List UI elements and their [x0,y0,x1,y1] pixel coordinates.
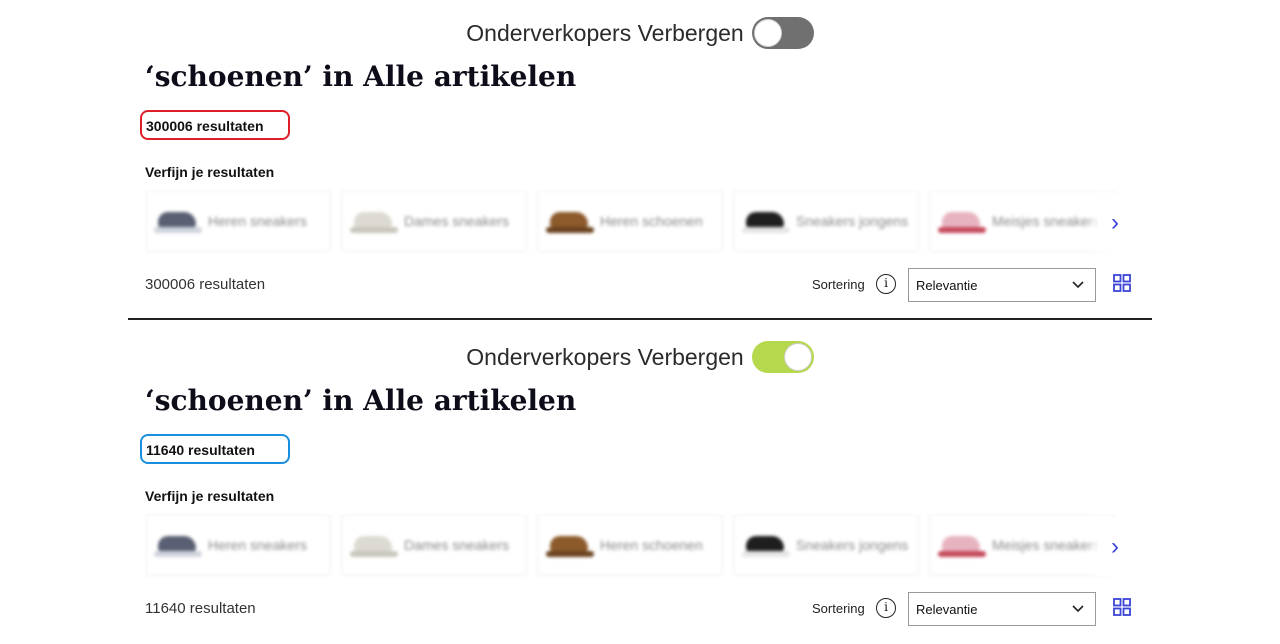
category-label: Dames sneakers [404,537,510,553]
sort-select[interactable]: Relevantie [908,592,1096,626]
info-icon[interactable]: i [876,274,896,294]
sort-select[interactable]: Relevantie [908,268,1096,302]
boot-thumbnail-icon [546,209,594,233]
category-label: Dames sneakers [404,213,510,229]
category-card-dames-sneakers[interactable]: Dames sneakers [341,514,527,576]
sneaker-thumbnail-icon [742,533,790,557]
category-card-meisjes-sneakers[interactable]: Meisjes sneakers [929,190,1115,252]
category-label: Sneakers jongens [796,213,909,229]
sneaker-thumbnail-icon [154,533,202,557]
sort-select-value: Relevantie [916,278,978,293]
grid-view-icon[interactable] [1113,274,1131,292]
category-carousel: Heren sneakers Dames sneakers Heren scho… [145,514,1133,580]
sort-label: Sortering [812,601,865,616]
info-icon[interactable]: i [876,598,896,618]
chevron-down-icon [1072,605,1084,613]
toggle-knob [753,19,782,47]
category-label: Meisjes sneakers [992,213,1101,229]
category-card-meisjes-sneakers[interactable]: Meisjes sneakers [929,514,1115,576]
chevron-right-icon: › [1111,209,1119,236]
category-label: Heren sneakers [208,537,307,553]
sort-select-value: Relevantie [916,602,978,617]
hide-undersellers-label: Onderverkopers Verbergen [466,343,744,370]
comparison-panel-after: Onderverkopers Verbergen ‘schoenen’ in A… [0,324,1280,644]
sneaker-thumbnail-icon [742,209,790,233]
sneaker-thumbnail-icon [154,209,202,233]
category-card-heren-sneakers[interactable]: Heren sneakers [145,190,331,252]
chevron-down-icon [1072,281,1084,289]
category-card-heren-schoenen[interactable]: Heren schoenen [537,190,723,252]
category-label: Heren schoenen [600,537,703,553]
hide-undersellers-row: Onderverkopers Verbergen [0,340,1280,374]
boot-thumbnail-icon [546,533,594,557]
carousel-next-button[interactable]: › [1098,518,1132,576]
category-card-heren-sneakers[interactable]: Heren sneakers [145,514,331,576]
category-card-sneakers-jongens[interactable]: Sneakers jongens [733,514,919,576]
sneaker-thumbnail-icon [350,533,398,557]
category-card-heren-schoenen[interactable]: Heren schoenen [537,514,723,576]
comparison-panel-before: Onderverkopers Verbergen ‘schoenen’ in A… [0,0,1280,320]
sneaker-thumbnail-icon [938,209,986,233]
category-label: Heren schoenen [600,213,703,229]
hide-undersellers-toggle[interactable] [751,17,814,49]
category-card-sneakers-jongens[interactable]: Sneakers jongens [733,190,919,252]
category-label: Sneakers jongens [796,537,909,553]
hide-undersellers-row: Onderverkopers Verbergen [0,16,1280,50]
results-count: 300006 resultaten [145,276,266,293]
hide-undersellers-label: Onderverkopers Verbergen [466,19,744,46]
result-count-highlight: 300006 resultaten [140,110,290,140]
panel-divider [128,318,1152,320]
toggle-knob [783,343,812,371]
results-count: 11640 resultaten [145,600,256,617]
page-title: ‘schoenen’ in Alle artikelen [145,60,577,93]
refine-results-heading: Verfijn je resultaten [145,164,275,180]
carousel-next-button[interactable]: › [1098,194,1132,252]
sort-label: Sortering [812,277,865,292]
category-label: Meisjes sneakers [992,537,1101,553]
category-carousel: Heren sneakers Dames sneakers Heren scho… [145,190,1133,256]
sneaker-thumbnail-icon [938,533,986,557]
category-card-dames-sneakers[interactable]: Dames sneakers [341,190,527,252]
chevron-right-icon: › [1111,533,1119,560]
result-count-highlight: 11640 resultaten [140,434,290,464]
refine-results-heading: Verfijn je resultaten [145,488,275,504]
grid-view-icon[interactable] [1113,598,1131,616]
category-label: Heren sneakers [208,213,307,229]
sneaker-thumbnail-icon [350,209,398,233]
page-title: ‘schoenen’ in Alle artikelen [145,384,577,417]
hide-undersellers-toggle[interactable] [751,341,814,373]
